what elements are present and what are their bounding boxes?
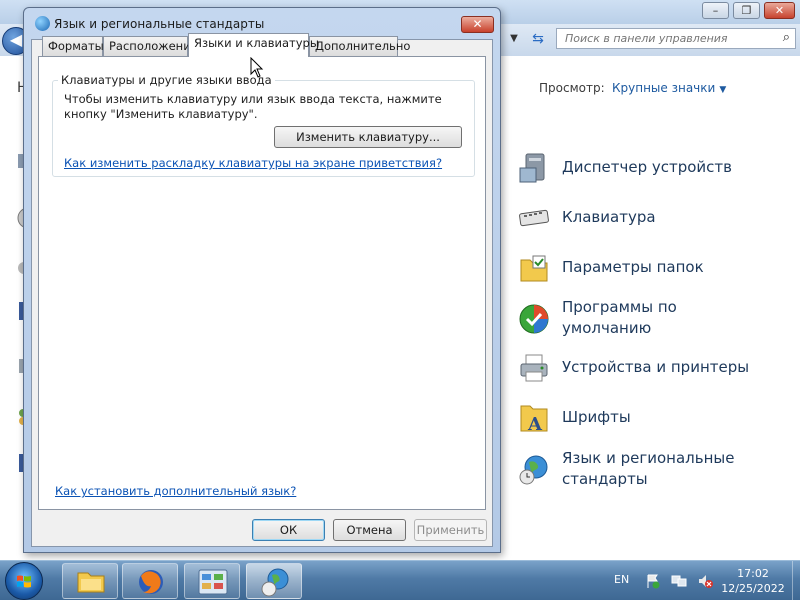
fonts-icon: A	[518, 402, 550, 435]
device-manager-icon	[518, 152, 550, 184]
svg-text:A: A	[527, 414, 543, 434]
taskbar-control-panel-button[interactable]	[184, 563, 240, 599]
network-icon[interactable]	[671, 573, 687, 589]
refresh-icon[interactable]: ⇆	[528, 29, 548, 49]
cp-item-label: Программы по умолчанию	[562, 298, 677, 337]
action-center-flag-icon[interactable]	[645, 573, 661, 589]
cp-item-label: Устройства и принтеры	[562, 358, 750, 376]
globe-icon	[518, 454, 550, 486]
cp-item-fonts[interactable]: A Шрифты	[518, 398, 798, 438]
groupbox-description: Чтобы изменить клавиатуру или язык ввода…	[64, 92, 442, 121]
folder-options-icon	[518, 252, 550, 284]
control-panel-icon	[198, 569, 228, 595]
search-icon[interactable]: ⌕	[783, 30, 790, 45]
dialog-close-button[interactable]: ✕	[461, 16, 494, 33]
view-label: Просмотр:	[539, 81, 605, 95]
cp-item-device-manager[interactable]: Диспетчер устройств	[518, 148, 798, 188]
cancel-button[interactable]: Отмена	[333, 519, 406, 541]
cp-item-region-language[interactable]: Язык и региональные стандарты	[518, 448, 798, 492]
cp-item-keyboard[interactable]: Клавиатура	[518, 198, 798, 238]
language-indicator[interactable]: EN	[614, 573, 629, 586]
tab-advanced[interactable]: Дополнительно	[309, 36, 410, 56]
cp-item-label: Шрифты	[562, 408, 631, 426]
apply-button[interactable]: Применить	[414, 519, 487, 541]
search-input[interactable]	[557, 29, 775, 48]
printer-icon	[518, 352, 550, 384]
ok-button[interactable]: ОК	[252, 519, 325, 541]
taskbar-firefox-button[interactable]	[122, 563, 178, 599]
taskbar: EN 17:02 12/25/2022	[0, 560, 800, 601]
cp-item-label: Параметры папок	[562, 258, 704, 276]
cp-item-devices-printers[interactable]: Устройства и принтеры	[518, 348, 798, 388]
windows-logo-icon	[17, 575, 31, 588]
install-language-link[interactable]: Как установить дополнительный язык?	[55, 484, 296, 498]
taskbar-explorer-button[interactable]	[62, 563, 118, 599]
folder-icon	[77, 572, 105, 593]
show-desktop-button[interactable]	[792, 561, 800, 601]
cp-item-label: Язык и региональные стандарты	[562, 449, 735, 488]
start-button[interactable]	[5, 562, 43, 600]
view-mode-value: Крупные значки	[612, 81, 716, 95]
mouse-cursor-icon	[250, 56, 264, 82]
tab-languages-keyboards[interactable]: Языки и клавиатуры	[188, 33, 319, 57]
keyboard-icon	[518, 202, 550, 234]
maximize-button[interactable]: ❐	[733, 2, 760, 19]
cp-item-folder-options[interactable]: Параметры папок	[518, 248, 798, 288]
clock-time: 17:02	[737, 567, 769, 580]
cp-item-label: Диспетчер устройств	[562, 158, 733, 176]
cp-item-label: Клавиатура	[562, 208, 656, 226]
welcome-screen-layout-link[interactable]: Как изменить раскладку клавиатуры на экр…	[64, 156, 442, 170]
groupbox-title: Клавиатуры и другие языки ввода	[58, 73, 275, 87]
clock-date: 12/25/2022	[721, 582, 785, 595]
minimize-button[interactable]: –	[702, 2, 729, 19]
address-dropdown-icon[interactable]: ▼	[506, 30, 522, 48]
globe-icon	[35, 16, 50, 31]
change-keyboard-button[interactable]: Изменить клавиатуру...	[274, 126, 462, 148]
taskbar-region-dialog-button[interactable]	[246, 563, 302, 599]
dialog-title: Язык и региональные стандарты	[54, 17, 265, 31]
close-button[interactable]: ✕	[764, 2, 795, 19]
tab-location[interactable]: Расположение	[103, 36, 198, 56]
clock[interactable]: 17:02 12/25/2022	[718, 566, 788, 596]
volume-muted-icon[interactable]	[697, 573, 713, 589]
cp-item-default-programs[interactable]: Программы по умолчанию	[518, 297, 798, 341]
search-box[interactable]: ⌕	[556, 28, 796, 49]
firefox-icon	[139, 570, 163, 594]
tab-formats[interactable]: Форматы	[42, 36, 104, 56]
chevron-down-icon: ▼	[719, 85, 727, 95]
view-mode-dropdown[interactable]: Крупные значки ▼	[612, 81, 726, 95]
globe-icon	[261, 568, 289, 597]
default-programs-icon	[518, 303, 550, 335]
